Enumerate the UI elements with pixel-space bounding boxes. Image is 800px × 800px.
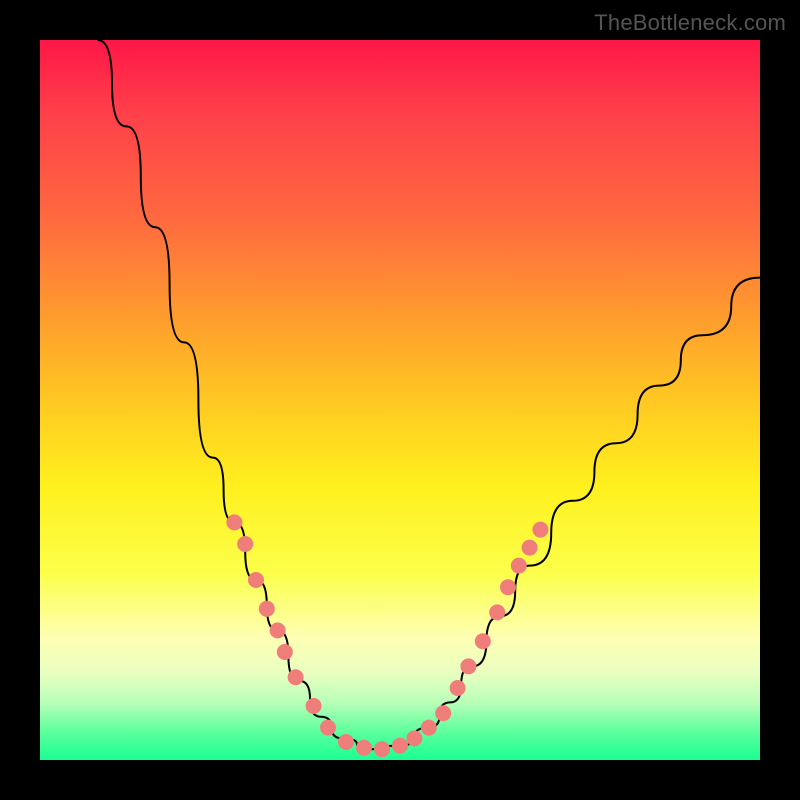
data-marker (522, 540, 538, 556)
data-marker (338, 734, 354, 750)
data-marker (421, 720, 437, 736)
data-marker (237, 536, 253, 552)
data-marker (277, 644, 293, 660)
bottleneck-curve (98, 40, 760, 749)
data-marker (320, 720, 336, 736)
data-marker (288, 669, 304, 685)
data-marker (511, 558, 527, 574)
data-marker (460, 658, 476, 674)
chart-frame: TheBottleneck.com (0, 0, 800, 800)
plot-area (40, 40, 760, 760)
data-marker (450, 680, 466, 696)
data-marker (374, 741, 390, 757)
marker-group (226, 514, 548, 757)
data-marker (475, 633, 491, 649)
data-marker (248, 572, 264, 588)
curve-svg (40, 40, 760, 760)
data-marker (259, 601, 275, 617)
data-marker (500, 579, 516, 595)
data-marker (392, 738, 408, 754)
data-marker (356, 740, 372, 756)
data-marker (532, 522, 548, 538)
data-marker (435, 705, 451, 721)
data-marker (489, 604, 505, 620)
data-marker (406, 730, 422, 746)
data-marker (226, 514, 242, 530)
data-marker (270, 622, 286, 638)
data-marker (306, 698, 322, 714)
watermark-text: TheBottleneck.com (594, 10, 786, 36)
